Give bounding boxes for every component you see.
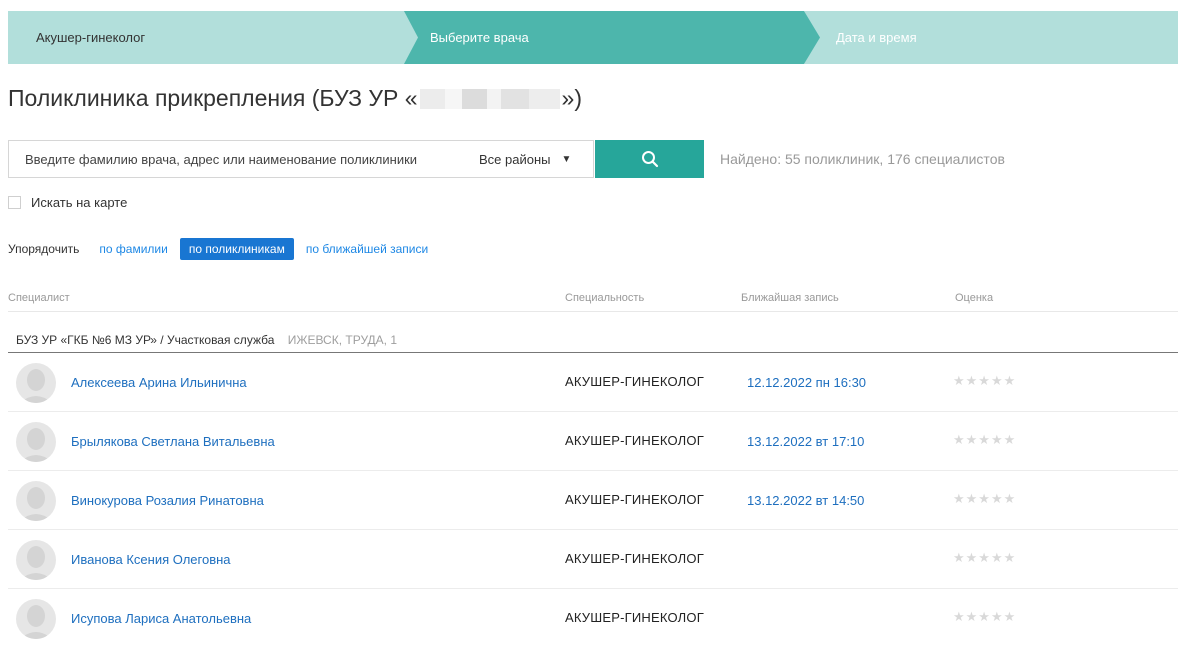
- doctor-name-link[interactable]: Винокурова Розалия Ринатовна: [71, 493, 264, 508]
- divider: [8, 311, 1178, 312]
- avatar-placeholder-icon: [16, 422, 56, 462]
- district-select[interactable]: Все районы ▼: [479, 141, 571, 177]
- column-header-specialist: Специалист: [8, 292, 70, 304]
- rating-stars-icon: ★★★★★: [953, 491, 1017, 506]
- column-header-rating: Оценка: [955, 292, 994, 304]
- sort-bar: Упорядочить по фамилии по поликлиникам п…: [8, 238, 428, 260]
- rating-stars-icon: ★★★★★: [953, 373, 1017, 388]
- rating-stars-icon: ★★★★★: [953, 609, 1017, 624]
- table-header: Специалист Специальность Ближайшая запис…: [0, 290, 1178, 310]
- clinic-group-name: БУЗ УР «ГКБ №6 МЗ УР» / Участковая служб…: [16, 333, 275, 347]
- doctor-specialty: АКУШЕР-ГИНЕКОЛОГ: [565, 374, 704, 389]
- rating-stars-icon: ★★★★★: [953, 432, 1017, 447]
- avatar-placeholder-icon: [16, 481, 56, 521]
- doctor-name-link[interactable]: Брылякова Светлана Витальевна: [71, 434, 275, 449]
- redacted-clinic-name: [419, 88, 560, 109]
- search-button[interactable]: [595, 140, 704, 178]
- doctor-row[interactable]: Иванова Ксения Олеговна АКУШЕР-ГИНЕКОЛОГ…: [8, 531, 1178, 589]
- search-box: Все районы ▼: [8, 140, 594, 178]
- doctor-row[interactable]: Алексеева Арина Ильинична АКУШЕР-ГИНЕКОЛ…: [8, 354, 1178, 412]
- nearest-slot-link[interactable]: 12.12.2022 пн 16:30: [747, 375, 866, 390]
- step-specialty[interactable]: Акушер-гинеколог: [8, 11, 418, 64]
- search-results-count: Найдено: 55 поликлиник, 176 специалистов: [720, 151, 1005, 167]
- search-input[interactable]: [9, 141, 464, 177]
- clinic-group-address: ИЖЕВСК, ТРУДА, 1: [287, 333, 397, 347]
- column-header-nearest-slot: Ближайшая запись: [741, 292, 839, 304]
- avatar-placeholder-icon: [16, 540, 56, 580]
- doctor-name-link[interactable]: Исупова Лариса Анатольевна: [71, 611, 251, 626]
- caret-down-icon: ▼: [561, 153, 572, 165]
- doctor-name-link[interactable]: Алексеева Арина Ильинична: [71, 375, 247, 390]
- doctor-row[interactable]: Брылякова Светлана Витальевна АКУШЕР-ГИН…: [8, 413, 1178, 471]
- sort-label: Упорядочить: [8, 242, 80, 256]
- avatar-placeholder-icon: [16, 599, 56, 639]
- nearest-slot-link[interactable]: 13.12.2022 вт 14:50: [747, 493, 864, 508]
- page-title-prefix: Поликлиника прикрепления (БУЗ УР «: [8, 85, 418, 111]
- divider: [8, 352, 1178, 353]
- doctor-specialty: АКУШЕР-ГИНЕКОЛОГ: [565, 610, 704, 625]
- doctor-specialty: АКУШЕР-ГИНЕКОЛОГ: [565, 492, 704, 507]
- step-choose-doctor-label: Выберите врача: [430, 30, 529, 45]
- rating-stars-icon: ★★★★★: [953, 550, 1017, 565]
- doctor-specialty: АКУШЕР-ГИНЕКОЛОГ: [565, 433, 704, 448]
- sort-by-clinic[interactable]: по поликлиникам: [179, 238, 294, 260]
- clinic-group-header: БУЗ УР «ГКБ №6 МЗ УР» / Участковая служб…: [16, 333, 397, 347]
- nearest-slot-link[interactable]: 13.12.2022 вт 17:10: [747, 434, 864, 449]
- step-date-time-label: Дата и время: [836, 30, 917, 45]
- page-title-suffix: »): [561, 85, 582, 111]
- step-date-time: Дата и время: [804, 11, 1178, 64]
- booking-stepper: Акушер-гинеколог Выберите врача Дата и в…: [8, 11, 1178, 64]
- doctor-row[interactable]: Винокурова Розалия Ринатовна АКУШЕР-ГИНЕ…: [8, 472, 1178, 530]
- sort-by-nearest-slot[interactable]: по ближайшей записи: [306, 242, 428, 256]
- sort-by-surname[interactable]: по фамилии: [99, 242, 167, 256]
- search-on-map-label: Искать на карте: [31, 195, 128, 210]
- district-select-value: Все районы: [479, 151, 551, 167]
- search-on-map-checkbox[interactable]: Искать на карте: [8, 195, 127, 210]
- column-header-specialty: Специальность: [565, 292, 645, 304]
- checkbox-icon[interactable]: [8, 196, 21, 209]
- avatar-placeholder-icon: [16, 363, 56, 403]
- page-title: Поликлиника прикрепления (БУЗ УР « »): [8, 85, 582, 112]
- search-icon: [641, 151, 658, 168]
- step-choose-doctor[interactable]: Выберите врача: [402, 11, 820, 64]
- doctor-specialty: АКУШЕР-ГИНЕКОЛОГ: [565, 551, 704, 566]
- doctor-row[interactable]: Исупова Лариса Анатольевна АКУШЕР-ГИНЕКО…: [8, 590, 1178, 648]
- doctor-name-link[interactable]: Иванова Ксения Олеговна: [71, 552, 231, 567]
- step-specialty-label: Акушер-гинеколог: [36, 30, 146, 45]
